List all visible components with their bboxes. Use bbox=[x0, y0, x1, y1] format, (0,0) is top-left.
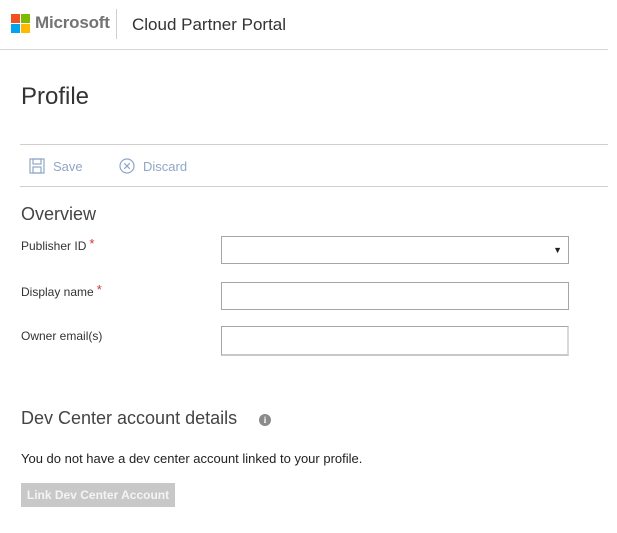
brand-name[interactable]: Microsoft bbox=[35, 13, 110, 33]
discard-button[interactable]: Discard bbox=[119, 157, 187, 175]
owner-email-label: Owner email(s) bbox=[21, 329, 102, 343]
top-header: Microsoft Cloud Partner Portal bbox=[0, 0, 608, 50]
page-title: Profile bbox=[21, 83, 90, 110]
link-dev-center-button[interactable]: Link Dev Center Account bbox=[21, 483, 175, 507]
save-icon bbox=[29, 158, 45, 174]
discard-label: Discard bbox=[143, 158, 188, 174]
display-name-input[interactable] bbox=[221, 282, 569, 310]
overview-heading: Overview bbox=[21, 204, 97, 224]
publisher-id-label: Publisher ID * bbox=[21, 236, 95, 253]
microsoft-logo-icon[interactable] bbox=[11, 14, 30, 33]
display-name-label-text: Display name bbox=[21, 285, 94, 299]
portal-title[interactable]: Cloud Partner Portal bbox=[132, 15, 286, 35]
owner-email-input[interactable] bbox=[221, 326, 569, 356]
page: Microsoft Cloud Partner Portal Profile S… bbox=[0, 0, 617, 533]
discard-icon bbox=[119, 158, 135, 174]
toolbar: Save Discard bbox=[20, 144, 608, 187]
display-name-label: Display name * bbox=[21, 282, 102, 299]
dev-center-message: You do not have a dev center account lin… bbox=[21, 451, 363, 466]
required-marker: * bbox=[96, 282, 102, 297]
owner-email-label-text: Owner email(s) bbox=[21, 329, 103, 343]
save-label: Save bbox=[53, 158, 83, 174]
publisher-id-select[interactable]: ▼ bbox=[221, 236, 569, 264]
dev-center-heading: Dev Center account details bbox=[21, 408, 238, 428]
save-button[interactable]: Save bbox=[29, 157, 83, 175]
info-icon[interactable]: i bbox=[259, 414, 271, 426]
header-divider bbox=[116, 9, 117, 39]
publisher-id-label-text: Publisher ID bbox=[21, 239, 87, 253]
chevron-down-icon: ▼ bbox=[553, 245, 562, 255]
required-marker: * bbox=[89, 236, 95, 251]
